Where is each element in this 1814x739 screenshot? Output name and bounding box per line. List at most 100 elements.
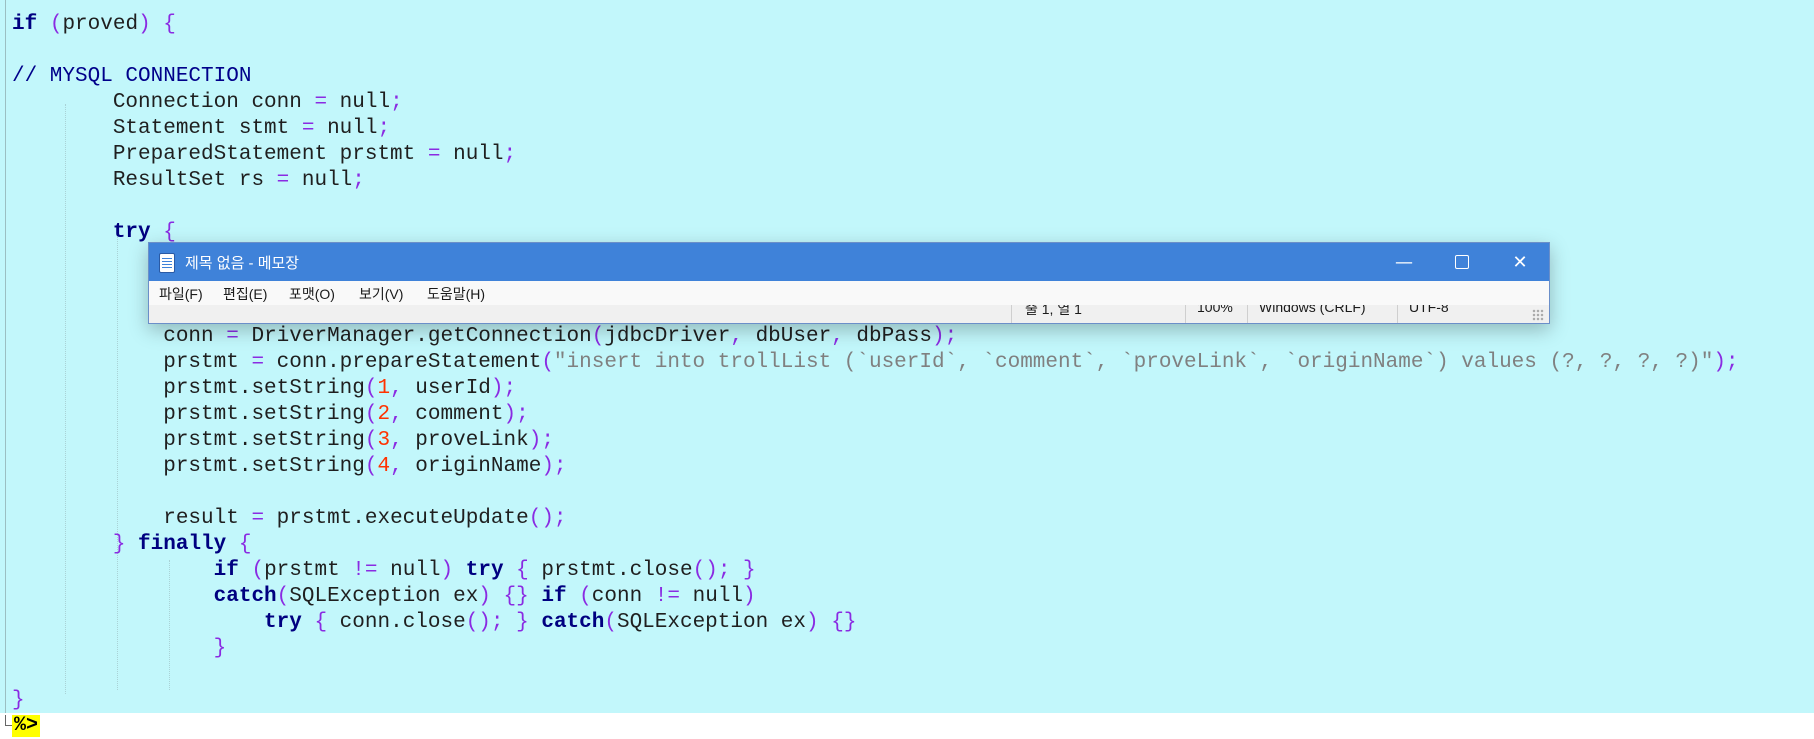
code-token: prstmt.close <box>528 559 693 582</box>
maximize-icon <box>1455 255 1469 269</box>
status-separator <box>1011 305 1012 323</box>
code-line: if (prstmt != null) try { prstmt.close()… <box>12 558 756 584</box>
code-token: != <box>352 559 378 582</box>
minimize-button[interactable]: — <box>1375 243 1433 281</box>
code-token: ( <box>276 585 290 608</box>
code-line: conn = DriverManager.getConnection(jdbcD… <box>12 324 957 350</box>
menu-edit[interactable]: 편집(E) <box>223 284 267 304</box>
status-bar: 줄 1, 열 1 100% Windows (CRLF) UTF-8 <box>149 305 1549 323</box>
code-token: DriverManager.getConnection <box>238 325 592 348</box>
code-token: try <box>112 221 151 244</box>
code-token: ( <box>364 455 378 478</box>
code-token: = <box>314 91 328 114</box>
code-token: ( <box>364 377 378 400</box>
code-token: ; <box>503 143 517 166</box>
code-token: != <box>654 585 681 608</box>
menu-help[interactable]: 도움말(H) <box>427 284 485 304</box>
code-token: ( <box>591 325 605 348</box>
code-token: ; <box>377 117 391 140</box>
code-token: conn <box>12 325 227 348</box>
minimize-icon: — <box>1395 251 1413 273</box>
code-line: } <box>12 636 227 662</box>
code-token: = <box>276 169 290 192</box>
code-token: ) <box>138 13 151 36</box>
menu-view[interactable]: 보기(V) <box>359 284 403 304</box>
code-token: ; <box>352 169 365 192</box>
code-token: prstmt <box>264 559 353 582</box>
code-token: ); <box>1713 351 1739 374</box>
code-token: originName <box>402 455 542 478</box>
code-token: ; <box>390 91 403 114</box>
code-token: ) <box>478 585 491 608</box>
code-token: ); <box>528 429 554 452</box>
editor-margin <box>5 0 6 713</box>
code-token: { <box>163 13 176 36</box>
code-token: if <box>213 559 239 582</box>
code-token: , <box>831 325 844 348</box>
code-token: null <box>440 143 504 166</box>
code-token: ( <box>251 559 265 582</box>
code-token: SQLException ex <box>289 585 479 608</box>
code-token: userId <box>402 377 491 400</box>
code-token: null <box>327 91 391 114</box>
resize-grip[interactable] <box>1532 309 1544 321</box>
code-line: Connection conn = null; <box>12 90 403 116</box>
close-button[interactable]: ✕ <box>1491 243 1549 281</box>
code-editor[interactable]: if (proved) {// MYSQL CONNECTION Connect… <box>0 0 1814 713</box>
code-token: null <box>314 117 378 140</box>
code-token: null <box>680 585 744 608</box>
menu-bar: 파일(F) 편집(E) 포맷(O) 보기(V) 도움말(H) <box>149 281 1549 305</box>
code-token: try <box>264 611 302 634</box>
code-token: } <box>743 559 756 582</box>
menu-file[interactable]: 파일(F) <box>159 284 203 304</box>
code-token: if <box>12 13 38 36</box>
code-token: 3 <box>377 429 391 452</box>
code-token: finally <box>138 533 227 556</box>
code-token: catch <box>213 585 277 608</box>
code-token: } <box>213 637 227 660</box>
maximize-button[interactable] <box>1433 243 1491 281</box>
code-token: ( <box>579 585 592 608</box>
code-token: ResultSet rs <box>12 169 277 192</box>
code-token: ( <box>604 611 617 634</box>
code-token: } <box>12 689 25 712</box>
code-token: = <box>251 507 265 530</box>
code-token: (); <box>528 507 567 530</box>
code-token: // MYSQL CONNECTION <box>12 65 252 88</box>
code-token: { <box>516 559 529 582</box>
status-encoding: UTF-8 <box>1409 305 1449 315</box>
code-token: if <box>541 585 567 608</box>
code-token: = <box>301 117 315 140</box>
code-token: } <box>112 533 126 556</box>
menu-format[interactable]: 포맷(O) <box>289 284 335 304</box>
code-token: conn.close <box>327 611 466 634</box>
code-line: PreparedStatement prstmt = null; <box>12 142 516 168</box>
code-token: prstmt.setString <box>12 377 365 400</box>
code-token: prstmt.setString <box>12 455 365 478</box>
code-token: {} <box>503 585 529 608</box>
code-token: "insert into trollList (`userId`, `comme… <box>553 351 1714 374</box>
code-token: { <box>163 221 176 244</box>
notepad-titlebar[interactable]: 제목 없음 - 메모장 — ✕ <box>149 243 1549 281</box>
code-token: , <box>730 325 743 348</box>
notepad-window[interactable]: 제목 없음 - 메모장 — ✕ 파일(F) 편집(E) 포맷(O) 보기(V) … <box>148 242 1550 324</box>
code-line: result = prstmt.executeUpdate(); <box>12 506 567 532</box>
code-token: , <box>390 377 403 400</box>
code-token: 1 <box>377 377 391 400</box>
code-token: prstmt.executeUpdate <box>264 507 529 530</box>
